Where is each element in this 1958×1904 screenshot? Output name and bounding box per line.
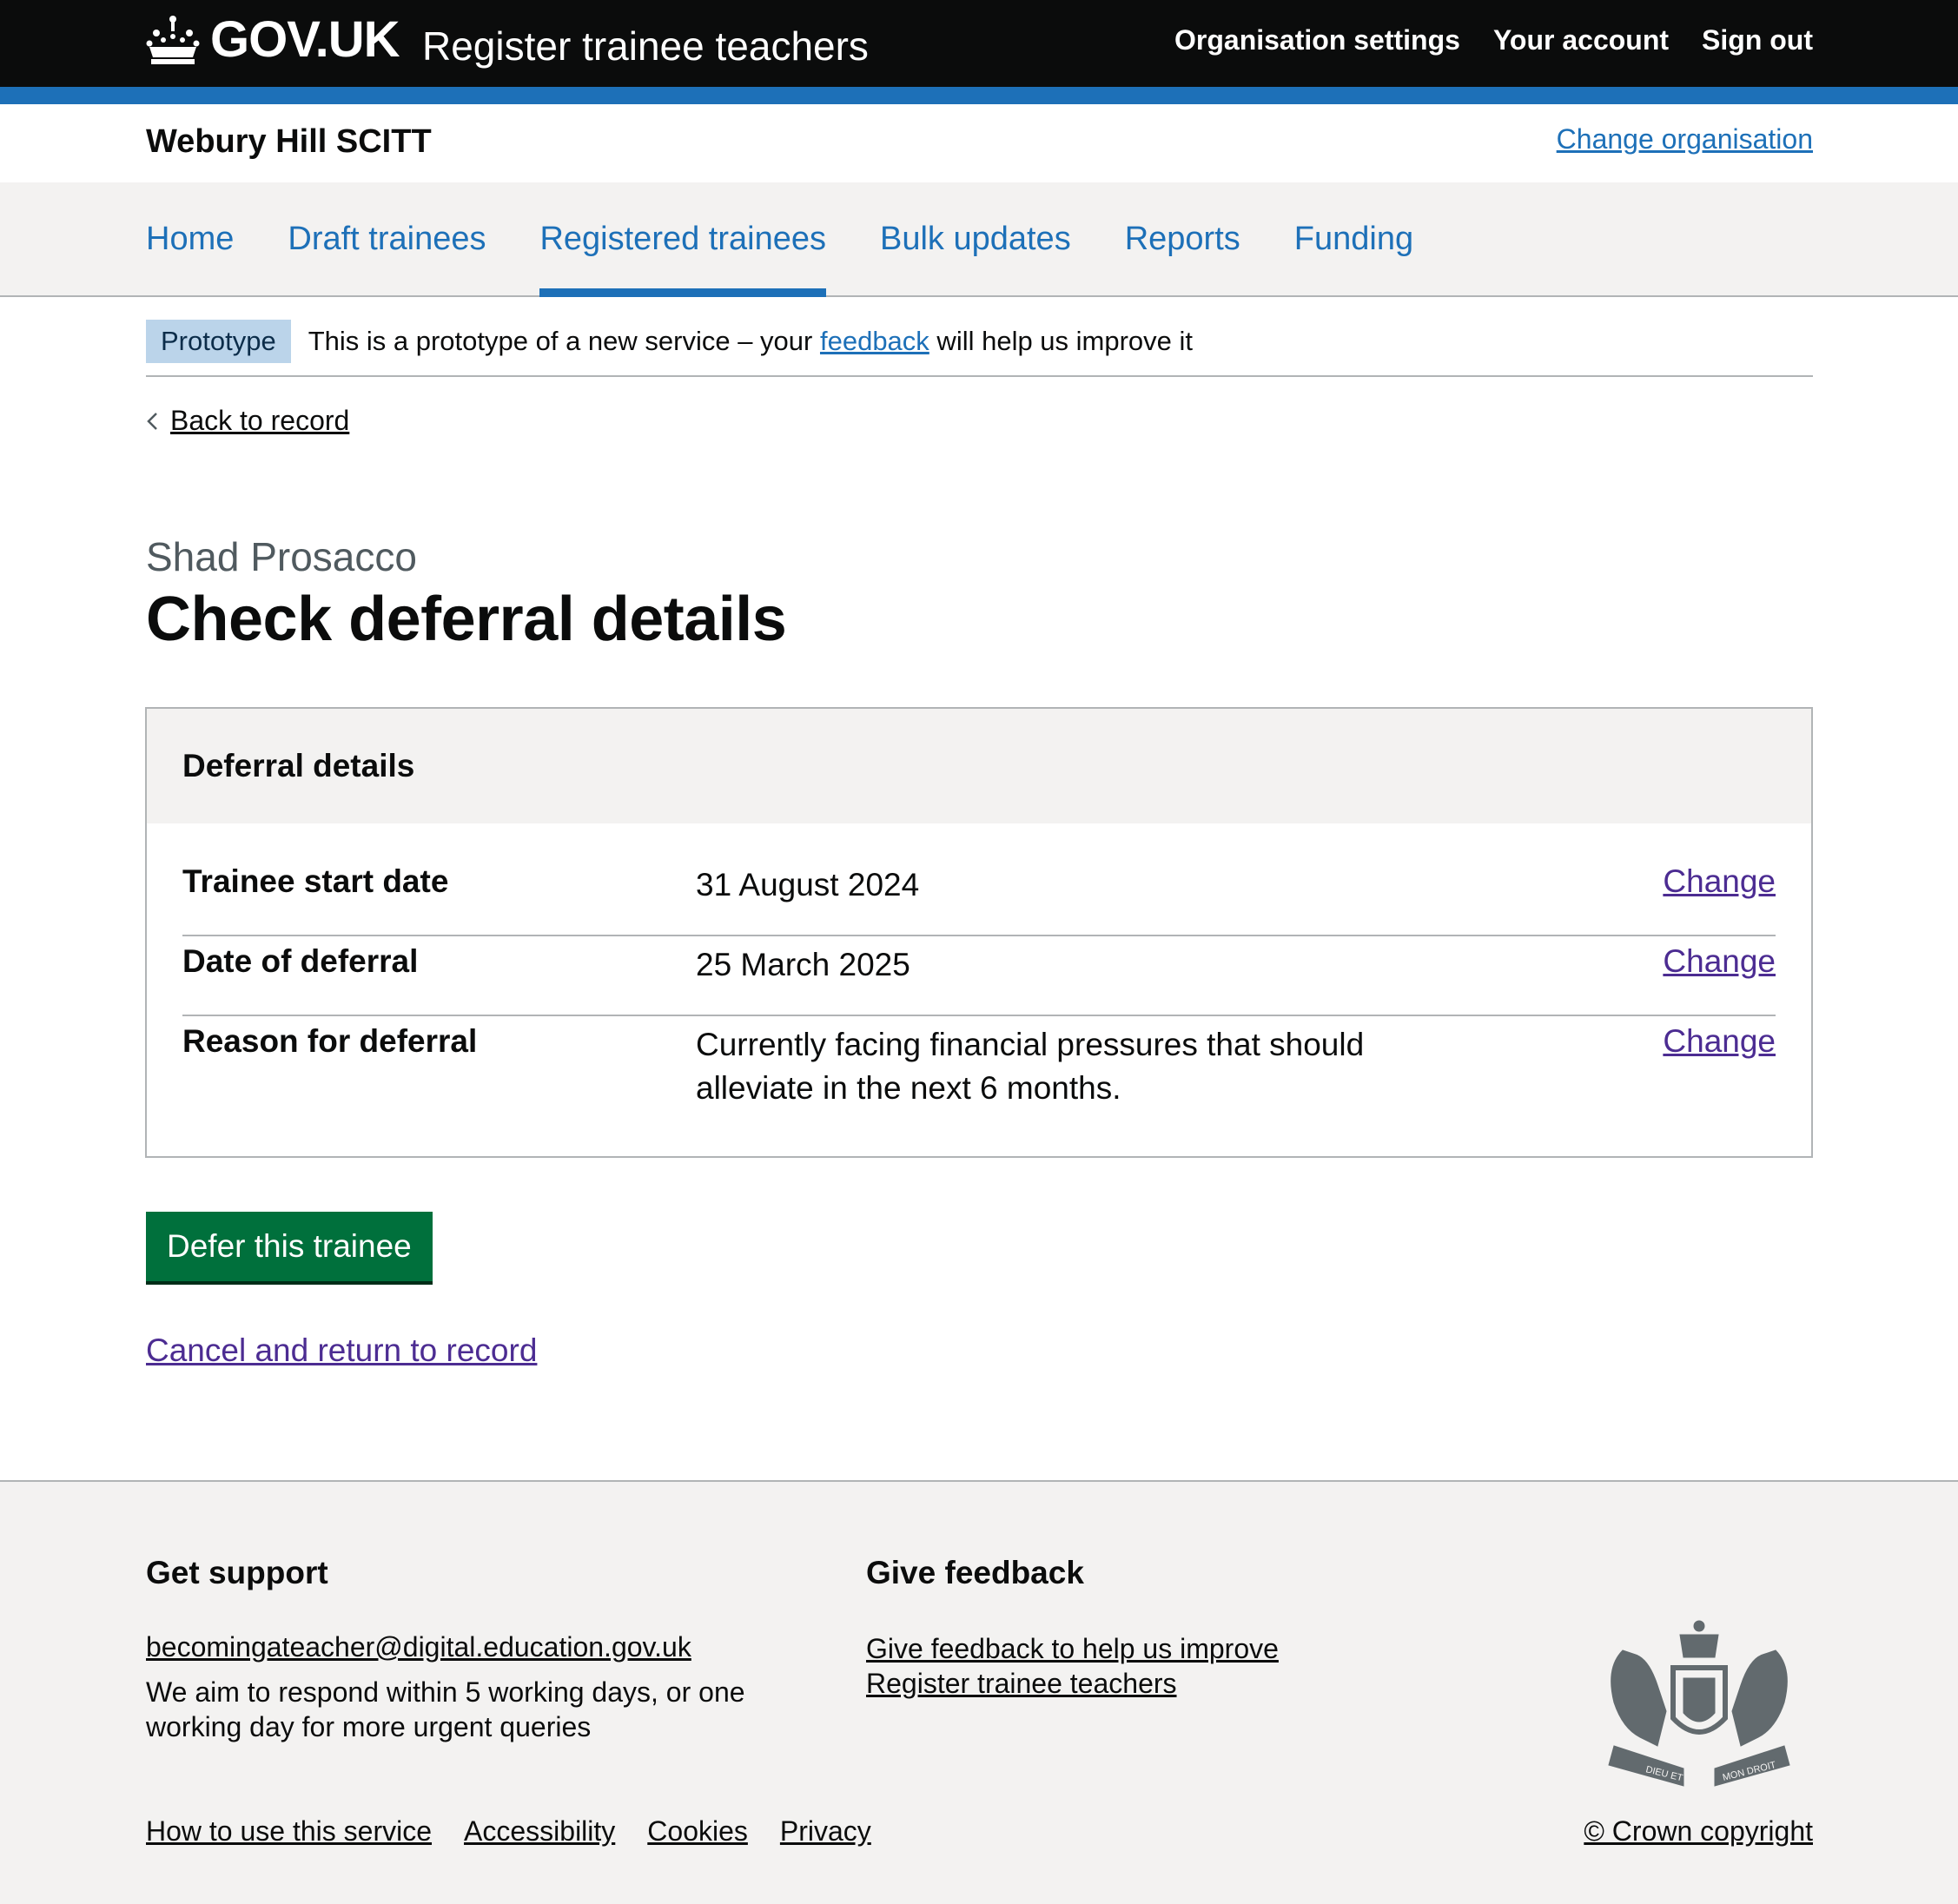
header-nav: Organisation settings Your account Sign … <box>1174 24 1813 56</box>
row-action: Change <box>1663 856 1776 935</box>
nav-link-draft-trainees[interactable]: Draft trainees <box>288 221 486 258</box>
cancel-and-return-link[interactable]: Cancel and return to record <box>146 1332 537 1369</box>
chevron-left-icon <box>147 412 157 430</box>
service-name-link[interactable]: Register trainee teachers <box>422 23 869 69</box>
nav-item-home: Home <box>146 182 234 295</box>
nav-item-registered-trainees: Registered trainees <box>539 182 826 297</box>
footer-link-accessibility[interactable]: Accessibility <box>464 1815 615 1848</box>
row-key: Date of deferral <box>182 943 419 979</box>
feedback-link[interactable]: feedback <box>820 326 929 356</box>
row-key: Trainee start date <box>182 863 449 899</box>
nav-item-draft-trainees: Draft trainees <box>288 182 486 295</box>
nav-item-funding: Funding <box>1294 182 1413 295</box>
card-title: Deferral details <box>182 748 415 783</box>
back-link-text[interactable]: Back to record <box>170 405 349 437</box>
nav-organisation-settings[interactable]: Organisation settings <box>1174 24 1460 56</box>
phase-banner: Prototype This is a prototype of a new s… <box>146 320 1813 377</box>
crown-copyright-link[interactable]: © Crown copyright <box>1584 1815 1813 1848</box>
govuk-logo-text: GOV.UK <box>210 11 400 68</box>
deferral-summary-card: Deferral details Trainee start date 31 A… <box>145 707 1813 1158</box>
get-support-heading: Get support <box>146 1555 328 1590</box>
give-feedback-link[interactable]: Give feedback to help us improve Registe… <box>866 1631 1318 1701</box>
change-organisation-link[interactable]: Change organisation <box>1557 123 1813 155</box>
header-blue-bar <box>0 87 1958 104</box>
footer-links: How to use this service Accessibility Co… <box>146 1815 871 1848</box>
nav-link-registered-trainees[interactable]: Registered trainees <box>539 221 826 258</box>
row-value: 25 March 2025 <box>696 947 910 982</box>
nav-link-bulk-updates[interactable]: Bulk updates <box>880 221 1071 258</box>
footer-link-privacy[interactable]: Privacy <box>780 1815 871 1848</box>
row-value: Currently facing financial pressures tha… <box>696 1016 1663 1110</box>
royal-coat-of-arms-icon: DIEU ET MON DROIT <box>1608 1620 1790 1787</box>
give-feedback-heading: Give feedback <box>866 1555 1084 1590</box>
summary-list: Trainee start date 31 August 2024 Change… <box>182 856 1776 1110</box>
phase-text-after: will help us improve it <box>929 326 1194 356</box>
row-value: 31 August 2024 <box>696 867 920 902</box>
card-header: Deferral details <box>147 709 1811 823</box>
feedback-link-line-2: Register trainee teachers <box>866 1668 1177 1699</box>
change-deferral-date-link[interactable]: Change <box>1663 943 1776 979</box>
row-action: Change <box>1663 936 1776 1015</box>
change-deferral-reason-link[interactable]: Change <box>1663 1023 1776 1059</box>
nav-item-bulk-updates: Bulk updates <box>880 182 1071 295</box>
row-key: Reason for deferral <box>182 1023 478 1059</box>
nav-your-account[interactable]: Your account <box>1493 24 1669 56</box>
summary-row-start-date: Trainee start date 31 August 2024 Change <box>182 856 1776 936</box>
change-start-date-link[interactable]: Change <box>1663 863 1776 899</box>
reason-line-1: Currently facing financial pressures tha… <box>696 1027 1365 1062</box>
trainee-name-caption: Shad Prosacco <box>146 534 417 579</box>
phase-tag: Prototype <box>146 320 291 363</box>
page-title: Check deferral details <box>146 585 787 654</box>
row-action: Change <box>1663 1016 1776 1110</box>
reason-line-2: alleviate in the next 6 months. <box>696 1070 1121 1106</box>
support-response-text: We aim to respond within 5 working days,… <box>146 1676 745 1742</box>
defer-trainee-button[interactable]: Defer this trainee <box>146 1212 433 1281</box>
nav-sign-out[interactable]: Sign out <box>1702 24 1813 56</box>
govuk-logo-link[interactable]: GOV.UK <box>146 10 400 69</box>
support-email-link[interactable]: becomingateacher@digital.education.gov.u… <box>146 1631 691 1663</box>
nav-item-reports: Reports <box>1125 182 1240 295</box>
summary-row-deferral-reason: Reason for deferral Currently facing fin… <box>182 1016 1776 1110</box>
footer-link-how-to-use[interactable]: How to use this service <box>146 1815 432 1848</box>
feedback-link-line-1: Give feedback to help us improve <box>866 1633 1279 1664</box>
organisation-bar: Webury Hill SCITT Change organisation <box>0 104 1958 182</box>
govuk-header: GOV.UK Register trainee teachers Organis… <box>0 0 1958 87</box>
phase-text-before: This is a prototype of a new service – y… <box>308 326 820 356</box>
phase-banner-text: This is a prototype of a new service – y… <box>308 320 1193 363</box>
back-link[interactable]: Back to record <box>146 405 349 437</box>
organisation-name: Webury Hill SCITT <box>146 123 432 160</box>
nav-link-reports[interactable]: Reports <box>1125 221 1240 258</box>
nav-link-funding[interactable]: Funding <box>1294 221 1413 258</box>
footer: Get support becomingateacher@digital.edu… <box>0 1480 1958 1904</box>
primary-navigation: Home Draft trainees Registered trainees … <box>0 182 1958 297</box>
crown-icon <box>146 15 200 64</box>
nav-link-home[interactable]: Home <box>146 221 234 258</box>
summary-row-deferral-date: Date of deferral 25 March 2025 Change <box>182 936 1776 1016</box>
footer-link-cookies[interactable]: Cookies <box>647 1815 748 1848</box>
